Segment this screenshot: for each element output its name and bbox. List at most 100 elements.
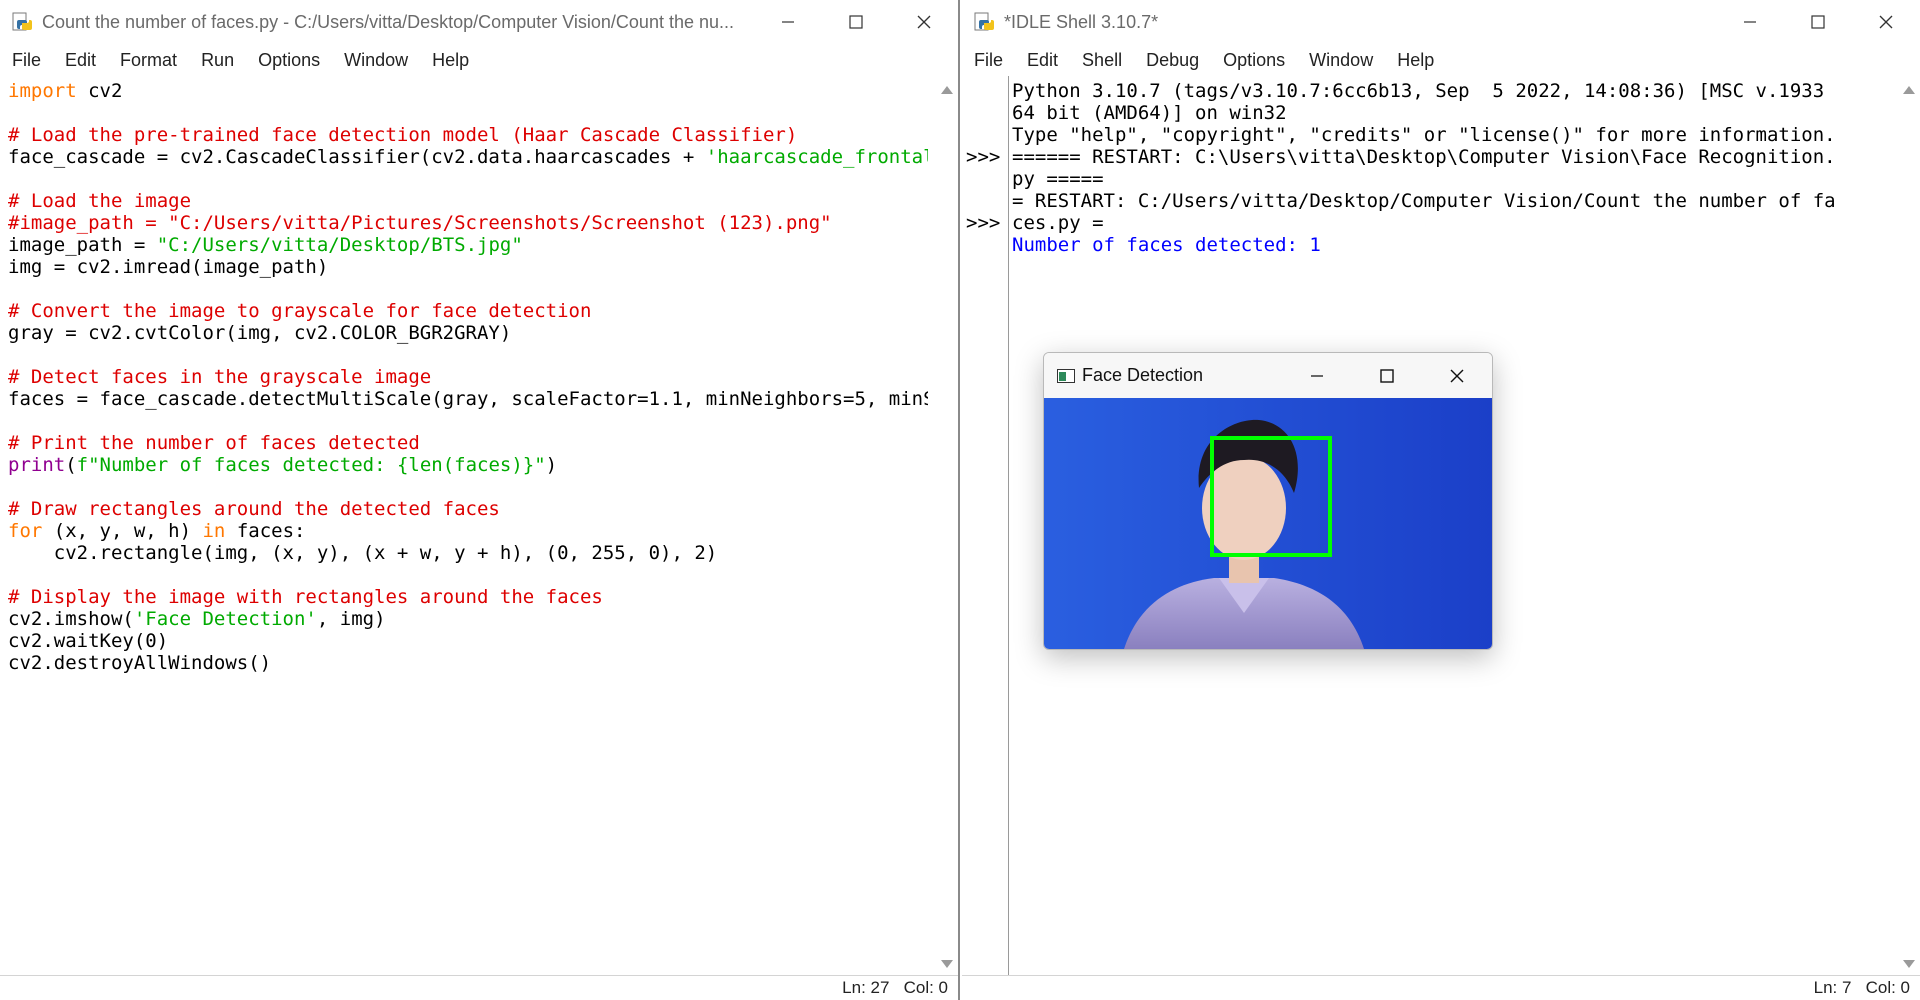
editor-menubar: File Edit Format Run Options Window Help [0,44,958,76]
cursor-position: Ln: 27 Col: 0 [842,978,948,997]
python-icon [974,12,994,31]
string-literal: 'haarcascade_frontalface_default.xml' [705,146,928,168]
editor-title: Count the number of faces.py - C:/Users/… [42,11,734,32]
menu-file[interactable]: File [962,44,1015,76]
close-icon [1450,369,1464,382]
editor-scrollbar[interactable] [936,76,958,976]
minimize-button[interactable] [1716,0,1784,44]
shell-scrollbar[interactable] [1898,76,1920,976]
scroll-down-icon[interactable] [941,960,953,968]
code-line: for (x, y, w, h) in faces: [8,520,928,542]
face-window-title: Face Detection [1082,365,1204,385]
scroll-down-icon[interactable] [1903,960,1915,968]
code-line: cv2.imshow('Face Detection', img) [8,608,928,630]
menu-help[interactable]: Help [1385,44,1446,76]
person-face [1202,456,1286,560]
code-text: cv2.imshow( [8,608,134,630]
close-button[interactable] [1422,353,1492,398]
code-comment: #image_path = "C:/Users/vitta/Pictures/S… [8,212,832,234]
python-icon [12,12,32,31]
menu-debug[interactable]: Debug [1134,44,1211,76]
editor-content: import cv2 # Load the pre-trained face d… [0,76,958,976]
code-text: face_cascade = cv2.CascadeClassifier(cv2… [8,146,706,168]
code-comment: # Print the number of faces detected [8,432,420,454]
code-text: image_path = [8,234,157,256]
shell-titlebar[interactable]: *IDLE Shell 3.10.7* [962,0,1920,44]
keyword: for [8,520,43,542]
code-text: ( [65,454,77,476]
code-line: img = cv2.imread(image_path) [8,256,329,278]
menu-file[interactable]: File [0,44,53,76]
code-line: cv2.rectangle(img, (x, y), (x + w, y + h… [8,542,718,564]
maximize-button[interactable] [1784,0,1852,44]
string-literal: "C:/Users/vitta/Desktop/BTS.jpg" [156,234,523,256]
face-detection-window: Face Detection [1043,352,1493,650]
code-text: , img) [316,608,386,630]
face-window-titlebar[interactable]: Face Detection [1044,353,1492,398]
menu-edit[interactable]: Edit [1015,44,1070,76]
maximize-icon [849,15,863,29]
editor-statusbar: Ln: 27 Col: 0 [0,975,958,1000]
menu-edit[interactable]: Edit [53,44,108,76]
code-line: gray = cv2.cvtColor(img, cv2.COLOR_BGR2G… [8,322,512,344]
code-text: (x, y, w, h) [42,520,203,542]
maximize-icon [1811,15,1825,29]
code-line: cv2.destroyAllWindows() [8,652,272,674]
scroll-up-icon[interactable] [1903,86,1915,94]
editor-window: Count the number of faces.py - C:/Users/… [0,0,960,1000]
menu-format[interactable]: Format [108,44,189,76]
menu-window[interactable]: Window [332,44,420,76]
menu-options[interactable]: Options [246,44,332,76]
shell-prompt: >>> [966,146,1001,168]
keyword: import [8,80,77,102]
menu-shell[interactable]: Shell [1070,44,1134,76]
code-line: faces = face_cascade.detectMultiScale(gr… [8,388,928,410]
close-icon [917,15,931,29]
shell-line: Python 3.10.7 (tags/v3.10.7:6cc6b13, Sep… [1012,80,1825,102]
code-comment: # Display the image with rectangles arou… [8,586,603,608]
shell-title: *IDLE Shell 3.10.7* [1004,11,1159,32]
minimize-button[interactable] [1282,353,1352,398]
keyword: in [202,520,226,542]
maximize-button[interactable] [1352,353,1422,398]
cursor-position: Ln: 7 Col: 0 [1813,978,1910,997]
maximize-icon [1380,368,1394,383]
menu-help[interactable]: Help [420,44,481,76]
code-text: cv2 [76,80,123,102]
menu-run[interactable]: Run [189,44,246,76]
shell-prompt-gutter: >>> >>> [962,76,1009,976]
minimize-icon [782,21,794,23]
menu-window[interactable]: Window [1297,44,1385,76]
scroll-up-icon[interactable] [941,86,953,94]
string-literal: f"Number of faces detected: {len(faces)}… [76,454,546,476]
close-button[interactable] [890,0,958,44]
code-editor[interactable]: import cv2 # Load the pre-trained face d… [8,80,928,976]
menu-options[interactable]: Options [1211,44,1297,76]
minimize-icon [1744,21,1756,23]
shell-line: 64 bit (AMD64)] on win32 [1012,102,1287,124]
code-line: face_cascade = cv2.CascadeClassifier(cv2… [8,146,928,168]
minimize-button[interactable] [754,0,822,44]
shell-statusbar: Ln: 7 Col: 0 [962,975,1920,1000]
shell-line: Type "help", "copyright", "credits" or "… [1012,124,1836,146]
code-comment: # Detect faces in the grayscale image [8,366,432,388]
code-line: import cv2 [8,80,928,102]
face-detection-image [1044,398,1492,649]
string-literal: 'Face Detection' [133,608,317,630]
minimize-icon [1311,374,1323,377]
shell-line: ====== RESTART: C:\Users\vitta\Desktop\C… [1012,146,1836,168]
code-comment: # Draw rectangles around the detected fa… [8,498,500,520]
builtin: print [8,454,66,476]
shell-line: py ===== [1012,168,1104,190]
program-output: Number of faces detected: 1 [1012,234,1321,256]
close-button[interactable] [1852,0,1920,44]
editor-titlebar[interactable]: Count the number of faces.py - C:/Users/… [0,0,958,44]
maximize-button[interactable] [822,0,890,44]
